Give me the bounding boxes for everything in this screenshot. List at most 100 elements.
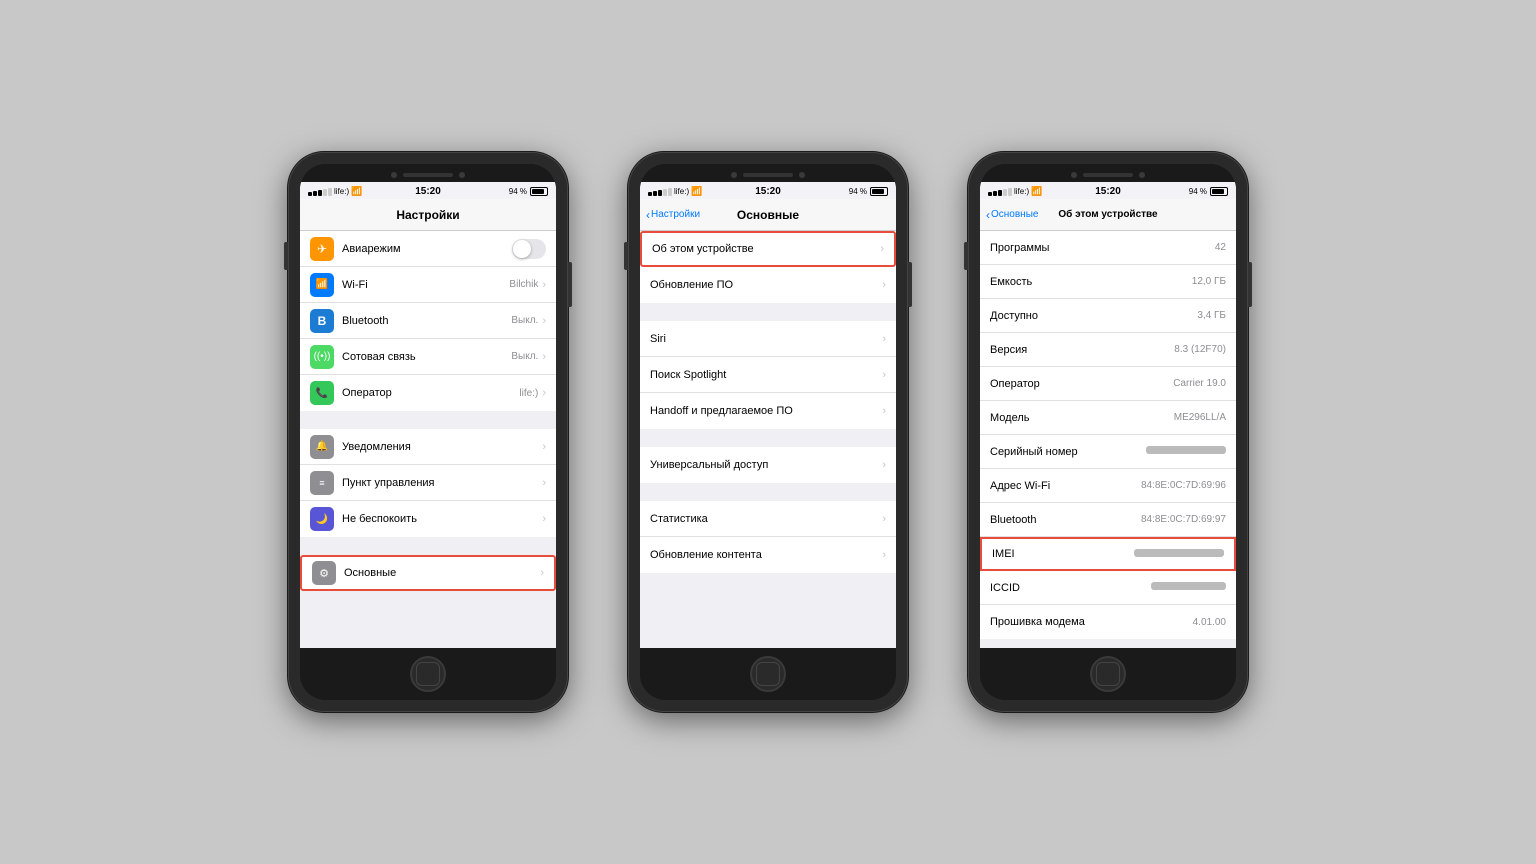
modem-value: 4.01.00 — [1193, 617, 1226, 628]
sensor-dot-1 — [459, 172, 465, 178]
settings-group-2a: Об этом устройстве › Обновление ПО › — [640, 231, 896, 303]
available-value: 3,4 ГБ — [1197, 310, 1226, 321]
update-chevron: › — [882, 279, 886, 291]
iccid-blurred — [1151, 582, 1226, 590]
version-value: 8.3 (12F70) — [1174, 344, 1226, 355]
content-1: ✈ Авиарежим 📶 Wi-Fi Bilchik › — [300, 231, 556, 648]
bt-addr-value: 84:8E:0C:7D:69:97 — [1141, 514, 1226, 525]
sd1 — [648, 192, 652, 196]
settings-group-2b: Siri › Поиск Spotlight › Handoff и предл… — [640, 321, 896, 429]
cellular-chevron: › — [542, 351, 546, 363]
status-bar-1: life:) 📶 15:20 94 % — [300, 182, 556, 199]
model-label: Модель — [990, 412, 1029, 424]
stats-chevron: › — [882, 513, 886, 525]
sd3-1 — [988, 192, 992, 196]
battery-pct-3: 94 % — [1189, 187, 1207, 196]
status-right-1: 94 % — [509, 187, 548, 196]
operator-label: Оператор — [342, 387, 519, 399]
bluetooth-icon: B — [310, 309, 334, 333]
item-wifi[interactable]: 📶 Wi-Fi Bilchik › — [300, 267, 556, 303]
airplane-toggle[interactable] — [512, 239, 546, 259]
item-dnd[interactable]: 🌙 Не беспокоить › — [300, 501, 556, 537]
speaker-bar-3 — [1083, 173, 1133, 177]
wifi-label: Wi-Fi — [342, 279, 509, 291]
sep2-1 — [640, 303, 896, 321]
settings-group-1b: 🔔 Уведомления › ≡ Пункт управления › 🌙 Н… — [300, 429, 556, 537]
general-chevron: › — [540, 567, 544, 579]
status-right-3: 94 % — [1189, 187, 1228, 196]
home-button-1[interactable] — [410, 656, 446, 692]
phone-1-body: life:) 📶 15:20 94 % Настройки — [288, 152, 568, 712]
item-notifications[interactable]: 🔔 Уведомления › — [300, 429, 556, 465]
home-button-2[interactable] — [750, 656, 786, 692]
item-update[interactable]: Обновление ПО › — [640, 267, 896, 303]
battery-fill-1 — [532, 189, 544, 194]
available-label: Доступно — [990, 310, 1038, 322]
wifi-value: Bilchik — [509, 279, 538, 290]
item-control-center[interactable]: ≡ Пункт управления › — [300, 465, 556, 501]
home-button-inner-1 — [416, 662, 440, 686]
screen-3: life:) 📶 15:20 94 % ‹ Основн — [980, 182, 1236, 648]
content-2: Об этом устройстве › Обновление ПО › Sir… — [640, 231, 896, 648]
operator-chevron: › — [542, 387, 546, 399]
phone-3: life:) 📶 15:20 94 % ‹ Основн — [968, 152, 1248, 712]
capacity-label: Емкость — [990, 276, 1032, 288]
model-value: ME296LL/A — [1174, 412, 1226, 423]
wifi-3: 📶 — [1031, 186, 1042, 197]
carrier-2: life:) — [674, 187, 689, 196]
item-operator[interactable]: 📞 Оператор life:) › — [300, 375, 556, 411]
operator-value: life:) — [519, 388, 538, 399]
nav-back-2[interactable]: ‹ Настройки — [646, 208, 700, 222]
item-spotlight[interactable]: Поиск Spotlight › — [640, 357, 896, 393]
nav-bar-1: Настройки — [300, 199, 556, 231]
imei-label: IMEI — [992, 548, 1015, 560]
item-bg-refresh[interactable]: Обновление контента › — [640, 537, 896, 573]
wifi-addr-value: 84:8E:0C:7D:69:96 — [1141, 480, 1226, 491]
sd3-3 — [998, 190, 1002, 196]
wifi-status-1: 📶 — [351, 186, 362, 197]
status-bar-3: life:) 📶 15:20 94 % — [980, 182, 1236, 199]
iccid-label: ICCID — [990, 582, 1020, 594]
dnd-chevron: › — [542, 513, 546, 525]
general-icon: ⚙ — [312, 561, 336, 585]
settings-group-2c: Универсальный доступ › — [640, 447, 896, 483]
info-version: Версия 8.3 (12F70) — [980, 333, 1236, 367]
item-about[interactable]: Об этом устройстве › — [640, 231, 896, 267]
dnd-icon: 🌙 — [310, 507, 334, 531]
item-general[interactable]: ⚙ Основные › — [300, 555, 556, 591]
item-airplane[interactable]: ✈ Авиарежим — [300, 231, 556, 267]
about-chevron: › — [880, 243, 884, 255]
time-1: 15:20 — [415, 186, 441, 197]
item-siri[interactable]: Siri › — [640, 321, 896, 357]
back-chevron-3: ‹ — [986, 208, 990, 222]
info-capacity: Емкость 12,0 ГБ — [980, 265, 1236, 299]
programs-value: 42 — [1215, 242, 1226, 253]
info-serial: Серийный номер — [980, 435, 1236, 469]
notifications-chevron: › — [542, 441, 546, 453]
battery-3 — [1210, 187, 1228, 196]
sd3-2 — [993, 191, 997, 196]
phone-2-body: life:) 📶 15:20 94 % ‹ Настро — [628, 152, 908, 712]
home-button-3[interactable] — [1090, 656, 1126, 692]
cellular-label: Сотовая связь — [342, 351, 511, 363]
item-bluetooth[interactable]: B Bluetooth Выкл. › — [300, 303, 556, 339]
item-stats[interactable]: Статистика › — [640, 501, 896, 537]
item-handoff[interactable]: Handoff и предлагаемое ПО › — [640, 393, 896, 429]
info-wifi-addr: Адрес Wi-Fi 84:8E:0C:7D:69:96 — [980, 469, 1236, 503]
settings-group-1a: ✈ Авиарежим 📶 Wi-Fi Bilchik › — [300, 231, 556, 411]
speaker-bar-2 — [743, 173, 793, 177]
camera-area-1 — [300, 164, 556, 182]
bluetooth-value: Выкл. — [511, 315, 538, 326]
info-carrier: Оператор Carrier 19.0 — [980, 367, 1236, 401]
item-accessibility[interactable]: Универсальный доступ › — [640, 447, 896, 483]
info-group: Программы 42 Емкость 12,0 ГБ Доступно 3,… — [980, 231, 1236, 639]
nav-bar-2: ‹ Настройки Основные — [640, 199, 896, 231]
nav-back-3[interactable]: ‹ Основные — [986, 208, 1038, 222]
carrier-info-label: Оператор — [990, 378, 1040, 390]
signal-dots-1 — [308, 188, 332, 196]
item-cellular[interactable]: ((•)) Сотовая связь Выкл. › — [300, 339, 556, 375]
programs-label: Программы — [990, 242, 1049, 254]
sd5 — [668, 188, 672, 196]
home-area-1 — [300, 648, 556, 700]
settings-group-2d: Статистика › Обновление контента › — [640, 501, 896, 573]
